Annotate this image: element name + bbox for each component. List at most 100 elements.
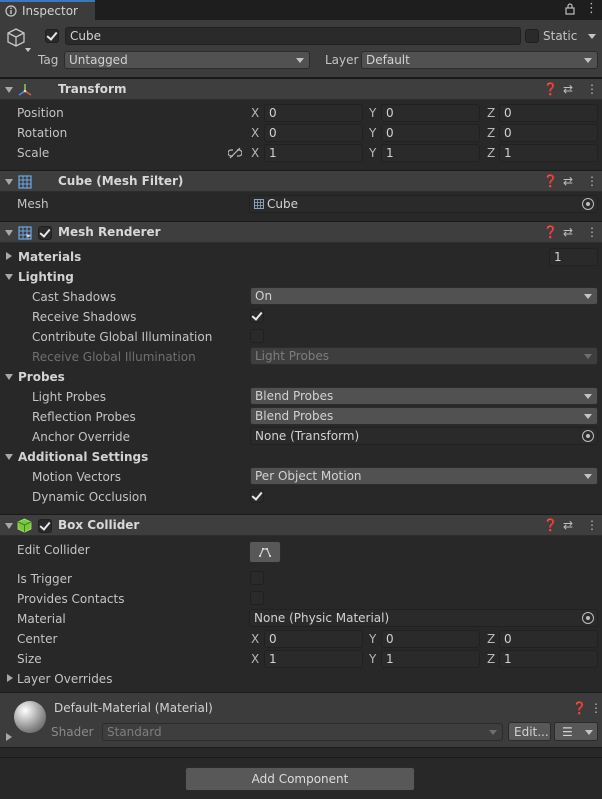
- position-label: Position: [17, 106, 64, 120]
- scale-z-field[interactable]: 1: [499, 144, 598, 162]
- tag-dropdown[interactable]: Untagged: [64, 51, 310, 69]
- object-picker-icon[interactable]: [582, 430, 594, 442]
- center-y-field[interactable]: 0: [381, 630, 480, 648]
- scale-label: Scale: [17, 146, 50, 160]
- scale-y-field[interactable]: 1: [381, 144, 480, 162]
- foldout-arrow[interactable]: [5, 87, 13, 93]
- box-collider-header[interactable]: Box Collider ❓ ⇄ ⋮: [0, 514, 602, 536]
- position-x-field[interactable]: 0: [264, 104, 363, 122]
- receive-shadows-checkbox[interactable]: [250, 309, 264, 323]
- dynamic-occlusion-label: Dynamic Occlusion: [32, 490, 147, 504]
- static-label: Static: [543, 29, 578, 43]
- center-y-axis: Y: [369, 632, 377, 646]
- help-icon[interactable]: ❓: [543, 173, 558, 189]
- materials-count-field[interactable]: 1: [549, 248, 598, 266]
- lock-icon[interactable]: [565, 3, 575, 15]
- component-menu-icon[interactable]: ⋮: [586, 224, 598, 240]
- center-x-axis: X: [251, 632, 260, 646]
- cast-shadows-dropdown[interactable]: On: [250, 287, 598, 305]
- scale-z-axis: Z: [487, 146, 496, 160]
- probes-label[interactable]: Probes: [18, 369, 65, 385]
- component-menu-icon[interactable]: ⋮: [586, 173, 598, 189]
- lighting-label[interactable]: Lighting: [18, 269, 74, 285]
- additional-settings-label[interactable]: Additional Settings: [18, 449, 148, 465]
- help-icon[interactable]: ❓: [543, 517, 558, 533]
- transform-header[interactable]: Transform ❓ ⇄ ⋮: [0, 78, 602, 100]
- shader-edit-button[interactable]: Edit...: [508, 722, 551, 741]
- object-picker-icon[interactable]: [582, 612, 594, 624]
- position-y-field[interactable]: 0: [381, 104, 480, 122]
- is-trigger-checkbox[interactable]: [250, 571, 264, 585]
- preset-icon[interactable]: ⇄: [563, 224, 573, 240]
- shader-dropdown[interactable]: Standard: [102, 723, 503, 741]
- lighting-foldout-arrow[interactable]: [5, 274, 13, 280]
- size-z-field[interactable]: 1: [499, 650, 598, 668]
- shader-options-button[interactable]: ☰: [554, 722, 598, 741]
- dynamic-occlusion-checkbox[interactable]: [250, 489, 264, 503]
- layer-overrides-label[interactable]: Layer Overrides: [17, 671, 112, 687]
- material-foldout-arrow[interactable]: [6, 733, 12, 741]
- foldout-arrow[interactable]: [5, 230, 13, 236]
- cast-shadows-label: Cast Shadows: [32, 290, 117, 304]
- edit-collider-button[interactable]: [249, 541, 281, 563]
- edit-collider-icon: [259, 548, 271, 557]
- contribute-gi-checkbox[interactable]: [250, 329, 264, 343]
- materials-label[interactable]: Materials: [18, 249, 81, 265]
- rotation-y-field[interactable]: 0: [381, 124, 480, 142]
- motion-vectors-label: Motion Vectors: [32, 470, 121, 484]
- static-checkbox[interactable]: [525, 29, 539, 43]
- mesh-renderer-header[interactable]: Mesh Renderer ❓ ⇄ ⋮: [0, 221, 602, 243]
- object-name-field[interactable]: Cube: [65, 27, 521, 45]
- help-icon[interactable]: ❓: [572, 700, 587, 716]
- center-x-field[interactable]: 0: [264, 630, 363, 648]
- scale-y-axis: Y: [369, 146, 377, 160]
- rotation-x-field[interactable]: 0: [264, 124, 363, 142]
- materials-foldout-arrow[interactable]: [6, 252, 12, 260]
- icon-dropdown-arrow[interactable]: [25, 48, 31, 52]
- active-checkbox[interactable]: [45, 29, 59, 43]
- provides-contacts-checkbox[interactable]: [250, 591, 264, 605]
- light-probes-dropdown[interactable]: Blend Probes: [250, 387, 598, 405]
- center-z-field[interactable]: 0: [499, 630, 598, 648]
- rotation-z-field[interactable]: 0: [499, 124, 598, 142]
- position-z-field[interactable]: 0: [499, 104, 598, 122]
- scale-x-field[interactable]: 1: [264, 144, 363, 162]
- static-dropdown-arrow[interactable]: [588, 34, 596, 39]
- motion-vectors-dropdown[interactable]: Per Object Motion: [250, 467, 598, 485]
- constrain-proportions-icon[interactable]: [228, 147, 242, 159]
- object-header: Cube Static Tag Untagged Layer Default: [0, 20, 602, 78]
- more-menu-icon[interactable]: ⋮: [585, 1, 598, 17]
- component-menu-icon[interactable]: ⋮: [586, 517, 598, 533]
- tab-inspector[interactable]: Inspector: [0, 0, 95, 20]
- material-menu-icon[interactable]: ⋮: [590, 700, 602, 716]
- object-picker-icon[interactable]: [582, 198, 594, 210]
- size-x-axis: X: [251, 652, 260, 666]
- component-menu-icon[interactable]: ⋮: [586, 81, 598, 97]
- foldout-arrow[interactable]: [5, 523, 13, 529]
- help-icon[interactable]: ❓: [543, 81, 558, 97]
- probes-foldout-arrow[interactable]: [5, 374, 13, 380]
- help-icon[interactable]: ❓: [543, 224, 558, 240]
- layer-dropdown[interactable]: Default: [361, 51, 598, 69]
- mesh-filter-header[interactable]: Cube (Mesh Filter) ❓ ⇄ ⋮: [0, 170, 602, 192]
- mesh-object-field[interactable]: Cube: [249, 195, 598, 213]
- shader-label: Shader: [51, 725, 94, 739]
- foldout-arrow[interactable]: [5, 179, 13, 185]
- anchor-override-label: Anchor Override: [32, 430, 131, 444]
- mesh-renderer-enabled-checkbox[interactable]: [38, 226, 52, 240]
- receive-gi-label: Receive Global Illumination: [32, 350, 196, 364]
- preset-icon[interactable]: ⇄: [563, 517, 573, 533]
- physic-material-field[interactable]: None (Physic Material): [249, 609, 598, 627]
- additional-settings-foldout-arrow[interactable]: [5, 454, 13, 460]
- size-x-field[interactable]: 1: [264, 650, 363, 668]
- add-component-button[interactable]: Add Component: [185, 767, 415, 791]
- preset-icon[interactable]: ⇄: [563, 173, 573, 189]
- layer-overrides-foldout-arrow[interactable]: [7, 674, 13, 682]
- anchor-override-field[interactable]: None (Transform): [250, 427, 598, 445]
- box-collider-enabled-checkbox[interactable]: [38, 519, 52, 533]
- size-y-field[interactable]: 1: [381, 650, 480, 668]
- preset-icon[interactable]: ⇄: [563, 81, 573, 97]
- material-label: Material: [17, 612, 66, 626]
- info-icon: [5, 5, 17, 17]
- reflection-probes-dropdown[interactable]: Blend Probes: [250, 407, 598, 425]
